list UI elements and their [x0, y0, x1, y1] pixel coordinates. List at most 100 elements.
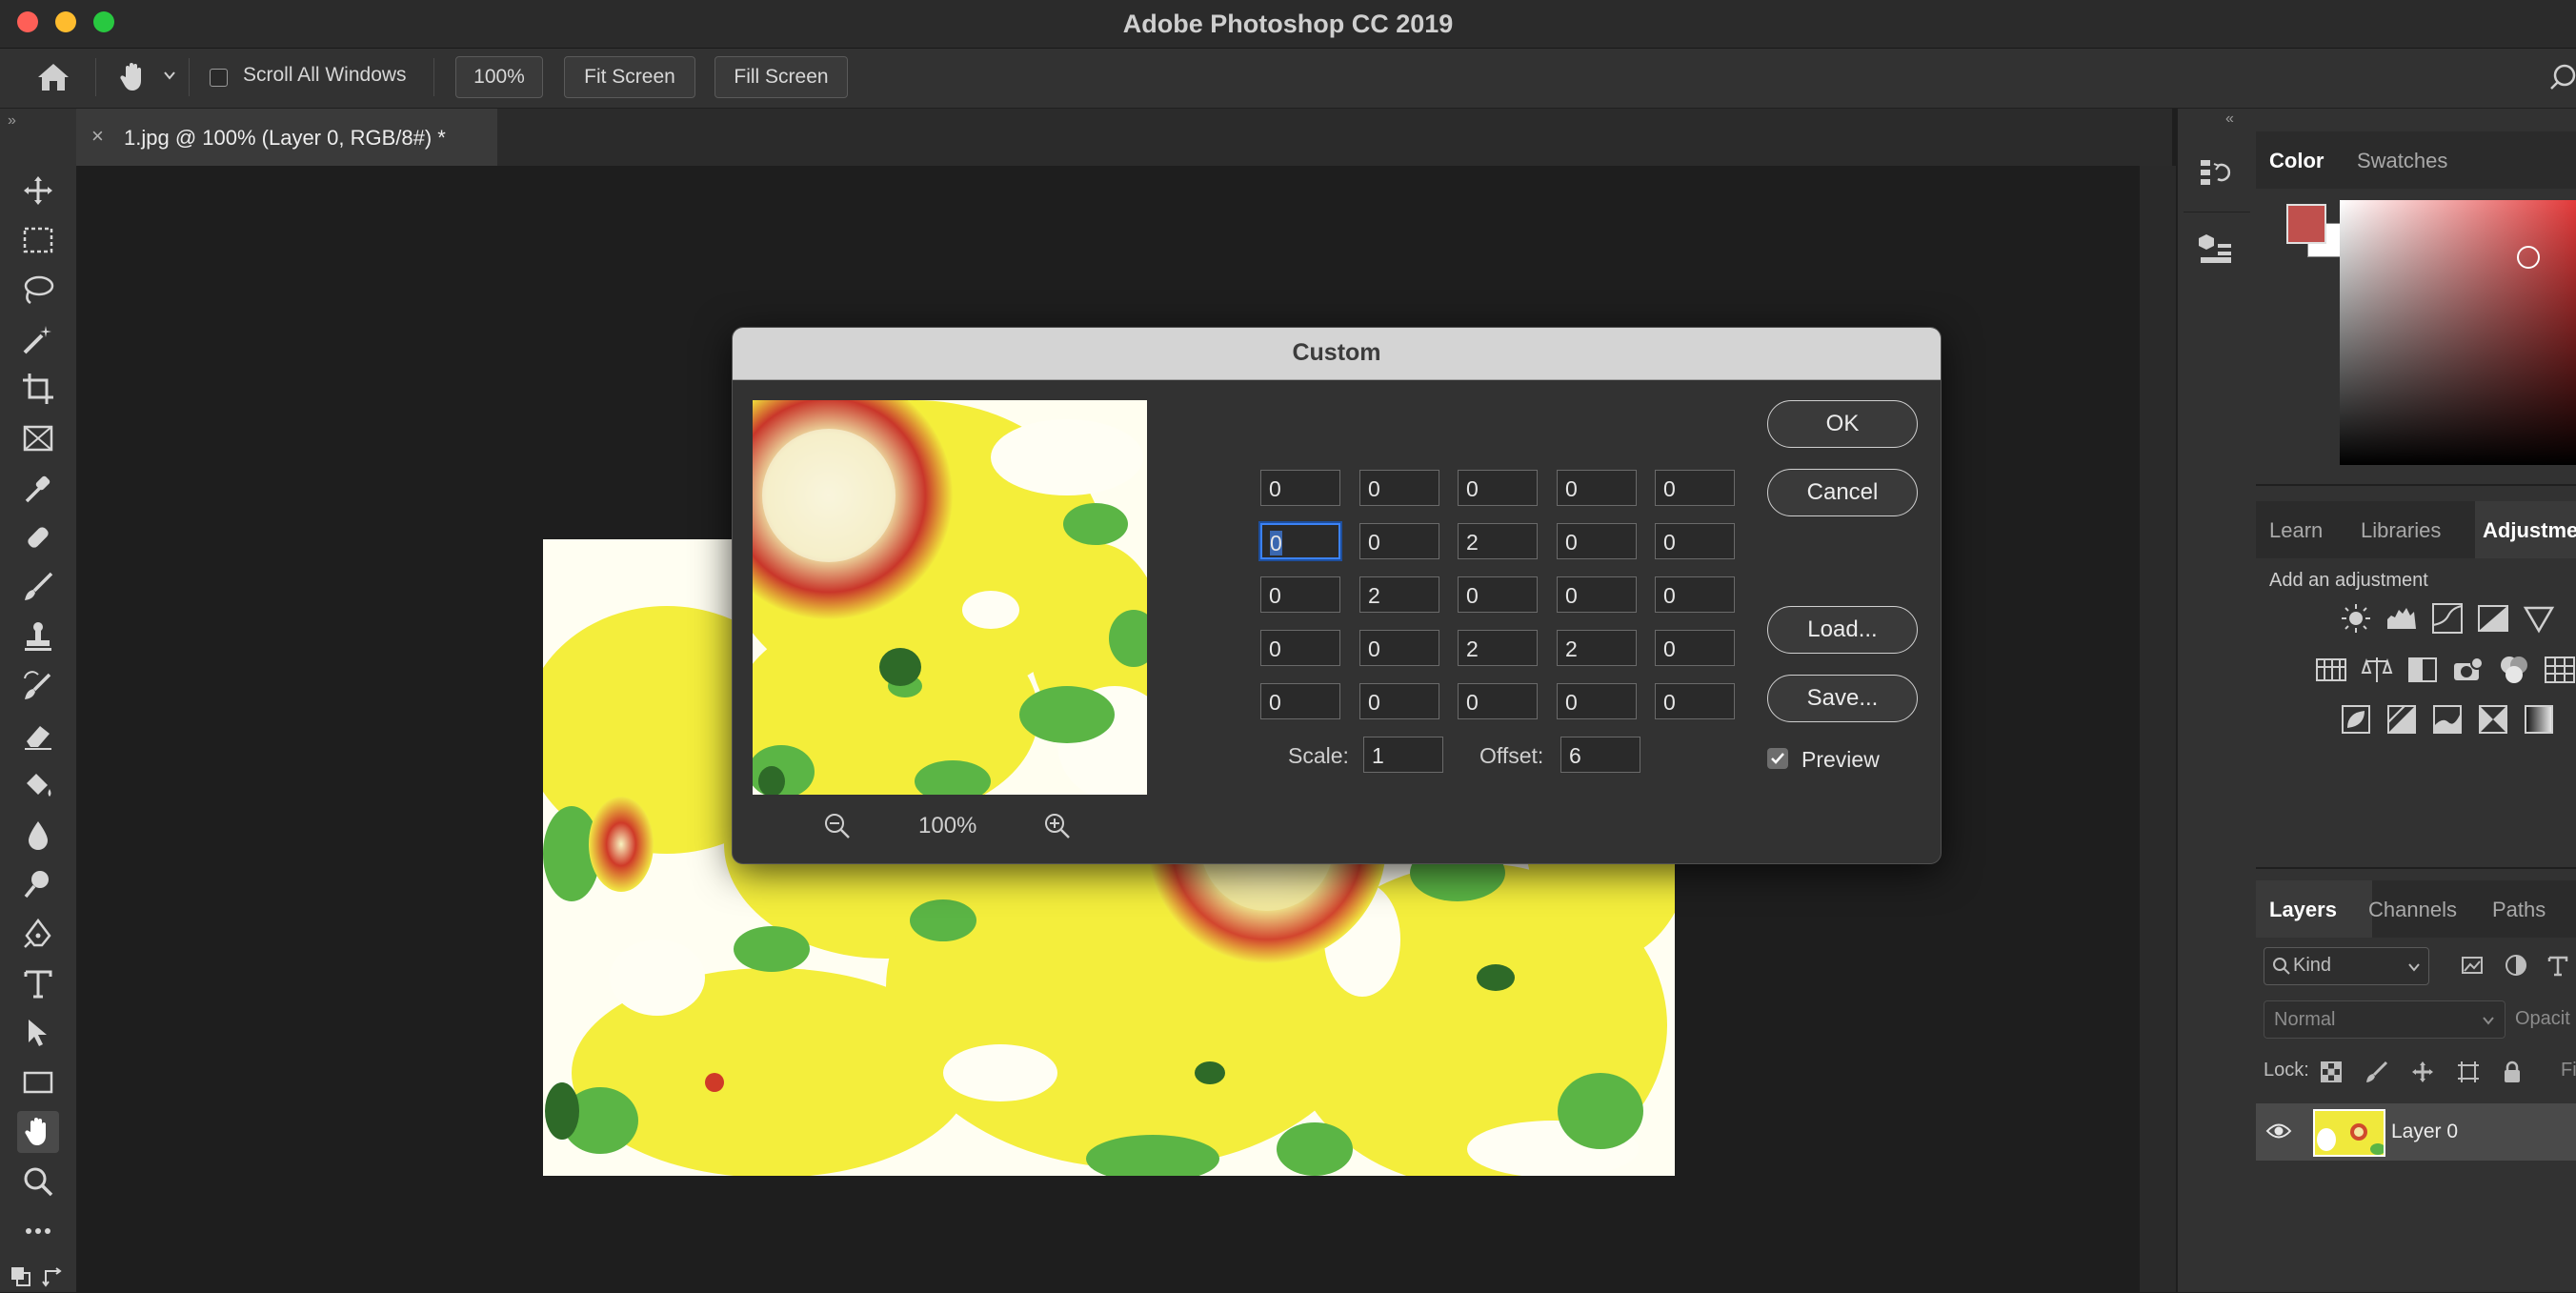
blur-icon[interactable] — [17, 814, 59, 856]
layer-filter-select[interactable]: Kind — [2264, 947, 2429, 985]
tab-swatches[interactable]: Swatches — [2357, 149, 2447, 173]
matrix-cell[interactable]: 2 — [1359, 576, 1439, 613]
color-field[interactable] — [2340, 200, 2576, 465]
lasso-icon[interactable] — [17, 269, 59, 311]
crop-icon[interactable] — [17, 368, 59, 410]
matrix-cell[interactable]: 0 — [1557, 470, 1637, 506]
filter-type-icon[interactable] — [2546, 953, 2570, 982]
vertical-scrollbar[interactable] — [2140, 166, 2176, 1292]
pen-icon[interactable] — [17, 913, 59, 955]
tab-color[interactable]: Color — [2269, 149, 2324, 173]
rectangle-icon[interactable] — [17, 1061, 59, 1103]
matrix-cell-focused[interactable]: 0 — [1260, 523, 1340, 559]
matrix-cell[interactable]: 0 — [1359, 523, 1439, 559]
filter-pixel-icon[interactable] — [2460, 953, 2485, 982]
tab-learn[interactable]: Learn — [2269, 518, 2323, 543]
tab-adjustments[interactable]: Adjustme — [2483, 518, 2576, 543]
matrix-cell[interactable]: 0 — [1557, 683, 1637, 719]
tab-layers[interactable]: Layers — [2269, 898, 2337, 922]
matrix-cell[interactable]: 0 — [1458, 470, 1538, 506]
brush-icon[interactable] — [17, 566, 59, 608]
chevron-down-icon[interactable] — [162, 68, 177, 88]
matrix-cell[interactable]: 2 — [1458, 630, 1538, 666]
layer-row[interactable]: Layer 0 — [2256, 1103, 2576, 1161]
fill-screen-button[interactable]: Fill Screen — [714, 56, 848, 98]
eyedropper-icon[interactable] — [17, 467, 59, 509]
matrix-cell[interactable]: 0 — [1557, 576, 1637, 613]
color-lookup-icon[interactable] — [2544, 654, 2576, 691]
hue-saturation-icon[interactable] — [2315, 654, 2347, 691]
matrix-cell[interactable]: 0 — [1260, 576, 1340, 613]
ok-button[interactable]: OK — [1767, 400, 1918, 448]
invert-icon[interactable] — [2340, 703, 2372, 740]
tab-libraries[interactable]: Libraries — [2361, 518, 2441, 543]
filter-adjustment-icon[interactable] — [2504, 953, 2528, 982]
tab-paths[interactable]: Paths — [2492, 898, 2546, 922]
collapse-dock-icon[interactable]: « — [2225, 111, 2234, 128]
magic-wand-icon[interactable] — [17, 318, 59, 360]
matrix-cell[interactable]: 0 — [1260, 470, 1340, 506]
history-panel-icon[interactable] — [2197, 154, 2235, 197]
path-select-icon[interactable] — [17, 1012, 59, 1054]
matrix-cell[interactable]: 0 — [1260, 683, 1340, 719]
more-icon[interactable] — [17, 1210, 59, 1252]
exposure-icon[interactable] — [2477, 602, 2509, 639]
layer-name[interactable]: Layer 0 — [2391, 1121, 2458, 1143]
matrix-cell[interactable]: 0 — [1655, 576, 1735, 613]
posterize-icon[interactable] — [2385, 703, 2418, 740]
gradient-map-icon[interactable] — [2523, 703, 2555, 740]
dodge-icon[interactable] — [17, 863, 59, 905]
black-white-icon[interactable] — [2406, 654, 2439, 691]
load-button[interactable]: Load... — [1767, 606, 1918, 654]
collapse-panel-icon[interactable]: » — [8, 112, 16, 130]
default-colors-icon[interactable] — [10, 1265, 32, 1293]
matrix-cell[interactable]: 0 — [1655, 683, 1735, 719]
zoom-out-icon[interactable] — [823, 812, 852, 845]
matrix-cell[interactable]: 0 — [1655, 470, 1735, 506]
brightness-contrast-icon[interactable] — [2340, 602, 2372, 639]
cancel-button[interactable]: Cancel — [1767, 469, 1918, 516]
history-brush-icon[interactable] — [17, 665, 59, 707]
home-icon[interactable] — [34, 60, 72, 99]
matrix-cell[interactable]: 0 — [1458, 576, 1538, 613]
lock-image-icon[interactable] — [2365, 1060, 2389, 1089]
matrix-cell[interactable]: 0 — [1458, 683, 1538, 719]
channel-mixer-icon[interactable] — [2498, 654, 2530, 691]
matrix-cell[interactable]: 0 — [1359, 683, 1439, 719]
fit-screen-button[interactable]: Fit Screen — [564, 56, 695, 98]
color-picker-handle[interactable] — [2517, 246, 2540, 269]
matrix-cell[interactable]: 0 — [1359, 470, 1439, 506]
photo-filter-icon[interactable] — [2452, 654, 2485, 691]
search-icon[interactable] — [2549, 62, 2576, 97]
matrix-cell[interactable]: 0 — [1557, 523, 1637, 559]
foreground-color-swatch[interactable] — [2286, 204, 2326, 244]
matrix-cell[interactable]: 2 — [1458, 523, 1538, 559]
save-button[interactable]: Save... — [1767, 675, 1918, 722]
scroll-all-windows-checkbox[interactable] — [210, 69, 228, 87]
stamp-icon[interactable] — [17, 616, 59, 657]
lock-transparent-icon[interactable] — [2319, 1060, 2344, 1089]
blend-mode-select[interactable]: Normal — [2264, 1000, 2506, 1039]
selective-color-icon[interactable] — [2477, 703, 2509, 740]
threshold-icon[interactable] — [2431, 703, 2464, 740]
tab-channels[interactable]: Channels — [2368, 898, 2457, 922]
preview-checkbox[interactable] — [1767, 748, 1788, 769]
matrix-cell[interactable]: 0 — [1260, 630, 1340, 666]
frame-icon[interactable] — [17, 417, 59, 459]
filter-preview[interactable] — [753, 400, 1147, 795]
zoom-icon[interactable] — [17, 1161, 59, 1202]
close-tab-icon[interactable]: × — [91, 124, 104, 149]
type-icon[interactable] — [17, 962, 59, 1004]
eye-icon[interactable] — [2265, 1121, 2292, 1146]
paint-bucket-icon[interactable] — [17, 764, 59, 806]
marquee-icon[interactable] — [17, 219, 59, 261]
healing-brush-icon[interactable] — [17, 516, 59, 558]
vibrance-icon[interactable] — [2523, 602, 2555, 639]
matrix-cell[interactable]: 0 — [1655, 630, 1735, 666]
lock-all-icon[interactable] — [2500, 1060, 2525, 1089]
matrix-cell[interactable]: 0 — [1655, 523, 1735, 559]
lock-artboard-icon[interactable] — [2456, 1060, 2481, 1089]
layer-thumbnail[interactable] — [2313, 1109, 2385, 1157]
swap-colors-icon[interactable] — [42, 1265, 65, 1293]
document-tab[interactable]: × 1.jpg @ 100% (Layer 0, RGB/8#) * — [76, 109, 497, 166]
